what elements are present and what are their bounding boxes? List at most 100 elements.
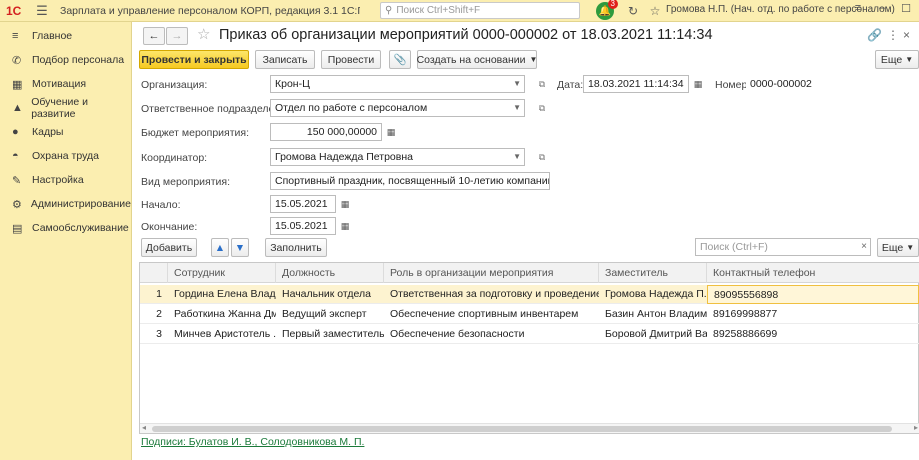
sidebar-item-training[interactable]: ▲ Обучение и развитие — [0, 96, 131, 120]
date-field[interactable]: 18.03.2021 11:14:34 — [583, 75, 689, 93]
sidebar-item-hr[interactable]: ● Кадры — [0, 120, 131, 144]
arrow-left-icon: ← — [148, 30, 160, 42]
horizontal-scrollbar[interactable]: ◂ ▸ — [140, 423, 919, 433]
event-type-field[interactable]: Спортивный праздник, посвященный 10-лети… — [270, 172, 550, 190]
favorite-star-icon[interactable]: ☆ — [197, 25, 210, 43]
notifications-badge: 3 — [607, 0, 618, 9]
scroll-right-icon[interactable]: ▸ — [914, 423, 918, 432]
cell-role[interactable]: Обеспечение безопасности — [384, 325, 599, 344]
sidebar-item-main[interactable]: ≡ Главное — [0, 24, 131, 48]
budget-label: Бюджет мероприятия: — [141, 127, 249, 139]
column-header-deputy[interactable]: Заместитель — [599, 263, 707, 283]
sidebar-item-self-service[interactable]: ▤ Самообслуживание — [0, 216, 131, 240]
end-date-field[interactable]: 15.05.2021 — [270, 217, 336, 235]
graduation-cap-icon: ▲ — [12, 102, 23, 114]
calendar-icon[interactable]: ▦ — [337, 195, 353, 213]
cell-deputy[interactable]: Боровой Дмитрий Ва... — [599, 325, 707, 344]
cell-employee[interactable]: Работкина Жанна Дм... — [168, 305, 276, 324]
coordinator-field[interactable]: Громова Надежда Петровна ▼ — [270, 148, 525, 166]
back-button[interactable]: ← — [143, 27, 165, 45]
column-header-position[interactable]: Должность — [276, 263, 384, 283]
scroll-left-icon[interactable]: ◂ — [142, 423, 146, 432]
calendar-icon[interactable]: ▦ — [337, 217, 353, 235]
coordinator-label: Координатор: — [141, 152, 208, 164]
number-field[interactable]: 0000-000002 — [746, 75, 886, 93]
table-row[interactable]: 2 Работкина Жанна Дм... Ведущий эксперт … — [140, 305, 919, 324]
cell-employee[interactable]: Гордина Елена Влад... — [168, 285, 276, 304]
main-area: ← → ☆ Приказ об организации мероприятий … — [133, 22, 919, 460]
event-type-label: Вид мероприятия: — [141, 176, 231, 188]
attach-button[interactable]: 📎 — [389, 50, 411, 69]
save-button[interactable]: Записать — [255, 50, 315, 69]
arrow-up-icon: ▲ — [214, 241, 226, 254]
history-icon[interactable]: ↻ — [622, 4, 644, 18]
cell-deputy[interactable]: Громова Надежда П... — [599, 285, 707, 304]
link-icon[interactable]: 🔗 — [867, 28, 882, 42]
document-toolbar: Провести и закрыть Записать Провести 📎 С… — [133, 50, 919, 72]
signatures-link[interactable]: Подписи: Булатов И. В., Солодовникова М.… — [141, 436, 364, 448]
post-button[interactable]: Провести — [321, 50, 381, 69]
sidebar-item-motivation[interactable]: ▦ Мотивация — [0, 72, 131, 96]
add-row-button[interactable]: Добавить — [141, 238, 197, 257]
post-and-close-button[interactable]: Провести и закрыть — [139, 50, 249, 69]
sidebar-item-labor-safety[interactable]: ◓ Охрана труда — [0, 144, 131, 168]
cell-phone[interactable]: 89169998877 — [707, 305, 919, 324]
department-field[interactable]: Отдел по работе с персоналом ▼ — [270, 99, 525, 117]
cell-position[interactable]: Начальник отдела — [276, 285, 384, 304]
cell-role[interactable]: Ответственная за подготовку и проведение — [384, 285, 599, 304]
close-icon[interactable]: × — [903, 28, 910, 42]
minimize-icon[interactable]: – — [870, 2, 894, 15]
menu-lines-icon: ≡ — [12, 30, 19, 42]
global-search-input[interactable]: ⚲ Поиск Ctrl+Shift+F — [380, 2, 580, 19]
settings-menu-icon[interactable]: ≡ — [846, 2, 870, 15]
sidebar-item-administration[interactable]: ⚙ Администрирование — [0, 192, 131, 216]
more-vert-icon[interactable]: ⋮ — [887, 28, 899, 42]
cell-role[interactable]: Обеспечение спортивным инвентарем — [384, 305, 599, 324]
app-logo: 1С — [6, 3, 22, 18]
favorites-icon[interactable]: ☆ — [644, 4, 666, 18]
start-label: Начало: — [141, 199, 181, 211]
cell-phone[interactable]: 89258886699 — [707, 325, 919, 344]
main-menu-icon[interactable]: ☰ — [32, 3, 52, 19]
cell-deputy[interactable]: Базин Антон Владим... — [599, 305, 707, 324]
cell-phone[interactable]: 89095556898 — [707, 285, 919, 304]
clear-search-icon[interactable]: × — [861, 241, 867, 252]
create-based-on-button[interactable]: Создать на основании ▼ — [417, 50, 537, 69]
participants-table: Сотрудник Должность Роль в организации м… — [139, 262, 919, 434]
fill-button[interactable]: Заполнить — [265, 238, 327, 257]
open-coordinator-icon[interactable]: ⧉ — [535, 148, 549, 166]
column-header-number[interactable] — [140, 263, 168, 283]
calculator-icon[interactable]: ▦ — [383, 123, 399, 141]
cell-employee[interactable]: Минчев Аристотель ... — [168, 325, 276, 344]
table-more-button[interactable]: Еще ▼ — [877, 238, 919, 257]
budget-field[interactable]: 150 000,00000 — [270, 123, 382, 141]
forward-button[interactable]: → — [166, 27, 188, 45]
open-department-icon[interactable]: ⧉ — [535, 99, 549, 117]
column-header-role[interactable]: Роль в организации мероприятия — [384, 263, 599, 283]
arrow-down-icon: ▼ — [234, 241, 246, 254]
sidebar-item-recruitment[interactable]: ✆ Подбор персонала — [0, 48, 131, 72]
scrollbar-thumb[interactable] — [152, 426, 892, 432]
open-organization-icon[interactable]: ⧉ — [535, 75, 549, 93]
organization-label: Организация: — [141, 79, 208, 91]
table-row[interactable]: 1 Гордина Елена Влад... Начальник отдела… — [140, 285, 919, 304]
table-row[interactable]: 3 Минчев Аристотель ... Первый заместите… — [140, 325, 919, 344]
start-date-field[interactable]: 15.05.2021 — [270, 195, 336, 213]
cell-position[interactable]: Первый заместитель ... — [276, 325, 384, 344]
organization-field[interactable]: Крон-Ц ▼ — [270, 75, 525, 93]
calendar-icon[interactable]: ▦ — [690, 75, 706, 93]
end-label: Окончание: — [141, 221, 198, 233]
arrow-right-icon: → — [171, 30, 183, 42]
row-number: 1 — [156, 288, 162, 300]
more-button[interactable]: Еще ▼ — [875, 50, 919, 69]
cell-position[interactable]: Ведущий эксперт — [276, 305, 384, 324]
column-header-employee[interactable]: Сотрудник — [168, 263, 276, 283]
sidebar-item-settings[interactable]: ✎ Настройка — [0, 168, 131, 192]
table-search-input[interactable]: Поиск (Ctrl+F) × — [695, 238, 871, 256]
maximize-icon[interactable]: ☐ — [894, 2, 918, 15]
move-up-button[interactable]: ▲ — [211, 238, 229, 257]
column-header-phone[interactable]: Контактный телефон — [707, 263, 919, 283]
notifications-icon[interactable]: 🔔 3 — [596, 0, 618, 20]
move-down-button[interactable]: ▼ — [231, 238, 249, 257]
document-header: ← → ☆ Приказ об организации мероприятий … — [133, 22, 919, 48]
